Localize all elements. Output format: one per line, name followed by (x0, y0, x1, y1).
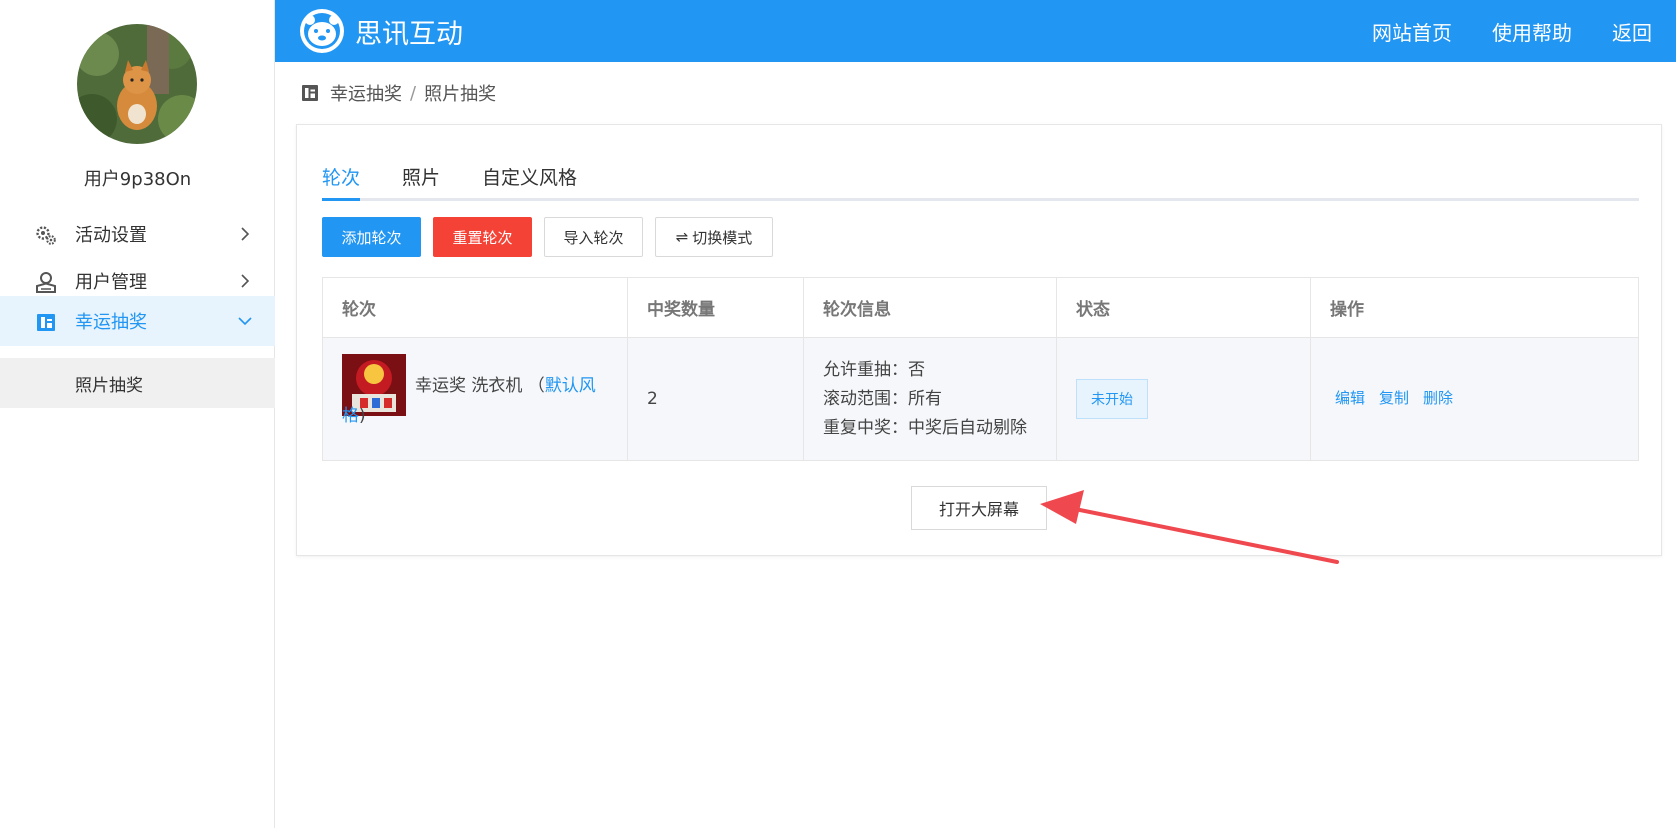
import-round-button[interactable]: 导入轮次 (544, 217, 643, 257)
nav-photo-lottery[interactable]: 照片抽奖 (0, 358, 275, 408)
edit-link[interactable]: 编辑 (1335, 387, 1365, 408)
lottery-icon (302, 85, 318, 101)
brand-name: 思讯互动 (355, 18, 463, 50)
cell-round: 幸运奖 洗衣机 （默认风格) (323, 338, 628, 460)
info-repeat-win: 重复中奖：中奖后自动剔除 (823, 418, 1027, 438)
round-info: 允许重抽：否 滚动范围：所有 重复中奖：中奖后自动剔除 (823, 356, 1027, 443)
chevron-right-icon (241, 274, 250, 288)
brand[interactable]: 思讯互动 (299, 8, 463, 54)
table-header: 轮次 中奖数量 轮次信息 状态 操作 (323, 278, 1638, 338)
chevron-right-icon (241, 227, 250, 241)
back-link[interactable]: 返回 (1612, 17, 1652, 46)
row-actions: 编辑 复制 删除 (1335, 387, 1467, 408)
nav-activity-settings[interactable]: 活动设置 (0, 209, 275, 259)
top-links: 网站首页 使用帮助 返回 (1332, 0, 1652, 62)
nav-lucky-draw[interactable]: 幸运抽奖 (0, 296, 275, 346)
nav-user-management-label: 用户管理 (75, 272, 147, 293)
avatar[interactable] (77, 24, 197, 144)
switch-icon: ⇌ (675, 228, 689, 246)
prize-close: ) (359, 406, 366, 426)
nav-photo-lottery-label: 照片抽奖 (75, 375, 143, 396)
delete-link[interactable]: 删除 (1423, 387, 1453, 408)
copy-link[interactable]: 复制 (1379, 387, 1409, 408)
rounds-table: 轮次 中奖数量 轮次信息 状态 操作 幸运奖 洗衣机 （默认风格) 2 允许重抽… (322, 277, 1639, 461)
breadcrumb-separator: / (410, 82, 417, 104)
open-big-screen-button[interactable]: 打开大屏幕 (911, 486, 1047, 530)
topbar: 思讯互动 网站首页 使用帮助 返回 (275, 0, 1676, 62)
tab-custom-style[interactable]: 自定义风格 (482, 163, 577, 201)
cell-status: 未开始 (1057, 338, 1311, 460)
username: 用户9p38On (83, 169, 192, 190)
info-scroll-range: 滚动范围：所有 (823, 389, 942, 409)
cell-actions: 编辑 复制 删除 (1311, 338, 1638, 460)
tab-bar: 轮次 照片 自定义风格 (322, 163, 1639, 201)
tab-rounds[interactable]: 轮次 (322, 163, 361, 201)
sidebar: 用户9p38On 活动设置 用户管理 幸运抽奖 照片抽奖 (0, 0, 275, 828)
help-link[interactable]: 使用帮助 (1492, 17, 1572, 46)
header-winners: 中奖数量 (628, 278, 804, 337)
add-round-button[interactable]: 添加轮次 (322, 217, 421, 257)
home-link[interactable]: 网站首页 (1372, 17, 1452, 46)
cell-winner-count: 2 (628, 338, 804, 460)
header-actions: 操作 (1330, 300, 1364, 320)
breadcrumb-current: 照片抽奖 (424, 84, 497, 105)
user-icon (36, 272, 56, 293)
prize-name: 幸运奖 洗衣机 （ (415, 376, 545, 396)
winner-count: 2 (647, 389, 658, 409)
info-redraw: 允许重抽：否 (823, 360, 925, 380)
header-info: 轮次信息 (804, 278, 1057, 337)
tab-photos[interactable]: 照片 (402, 163, 440, 201)
header-status: 状态 (1057, 278, 1311, 337)
nav-lucky-draw-label: 幸运抽奖 (75, 312, 147, 333)
switch-mode-label: 切换模式 (692, 228, 753, 247)
breadcrumb: 幸运抽奖 / 照片抽奖 (302, 80, 496, 106)
status-badge: 未开始 (1076, 379, 1148, 419)
switch-mode-button[interactable]: ⇌ 切换模式 (655, 217, 773, 257)
cell-round-info: 允许重抽：否 滚动范围：所有 重复中奖：中奖后自动剔除 (804, 338, 1057, 460)
nav-activity-settings-label: 活动设置 (75, 225, 147, 246)
bear-logo-icon (300, 9, 344, 53)
breadcrumb-parent[interactable]: 幸运抽奖 (330, 80, 402, 106)
main-card: 轮次 照片 自定义风格 添加轮次 重置轮次 导入轮次 ⇌ 切换模式 轮次 中奖数… (296, 124, 1662, 556)
reset-round-button[interactable]: 重置轮次 (433, 217, 532, 257)
header-round: 轮次 (323, 278, 628, 337)
prize-description: 幸运奖 洗衣机 （默认风格) (342, 371, 612, 431)
table-row: 幸运奖 洗衣机 （默认风格) 2 允许重抽：否 滚动范围：所有 重复中奖：中奖后… (323, 338, 1638, 460)
lottery-icon (37, 314, 55, 331)
gears-icon (36, 226, 56, 245)
chevron-down-icon (238, 317, 252, 326)
